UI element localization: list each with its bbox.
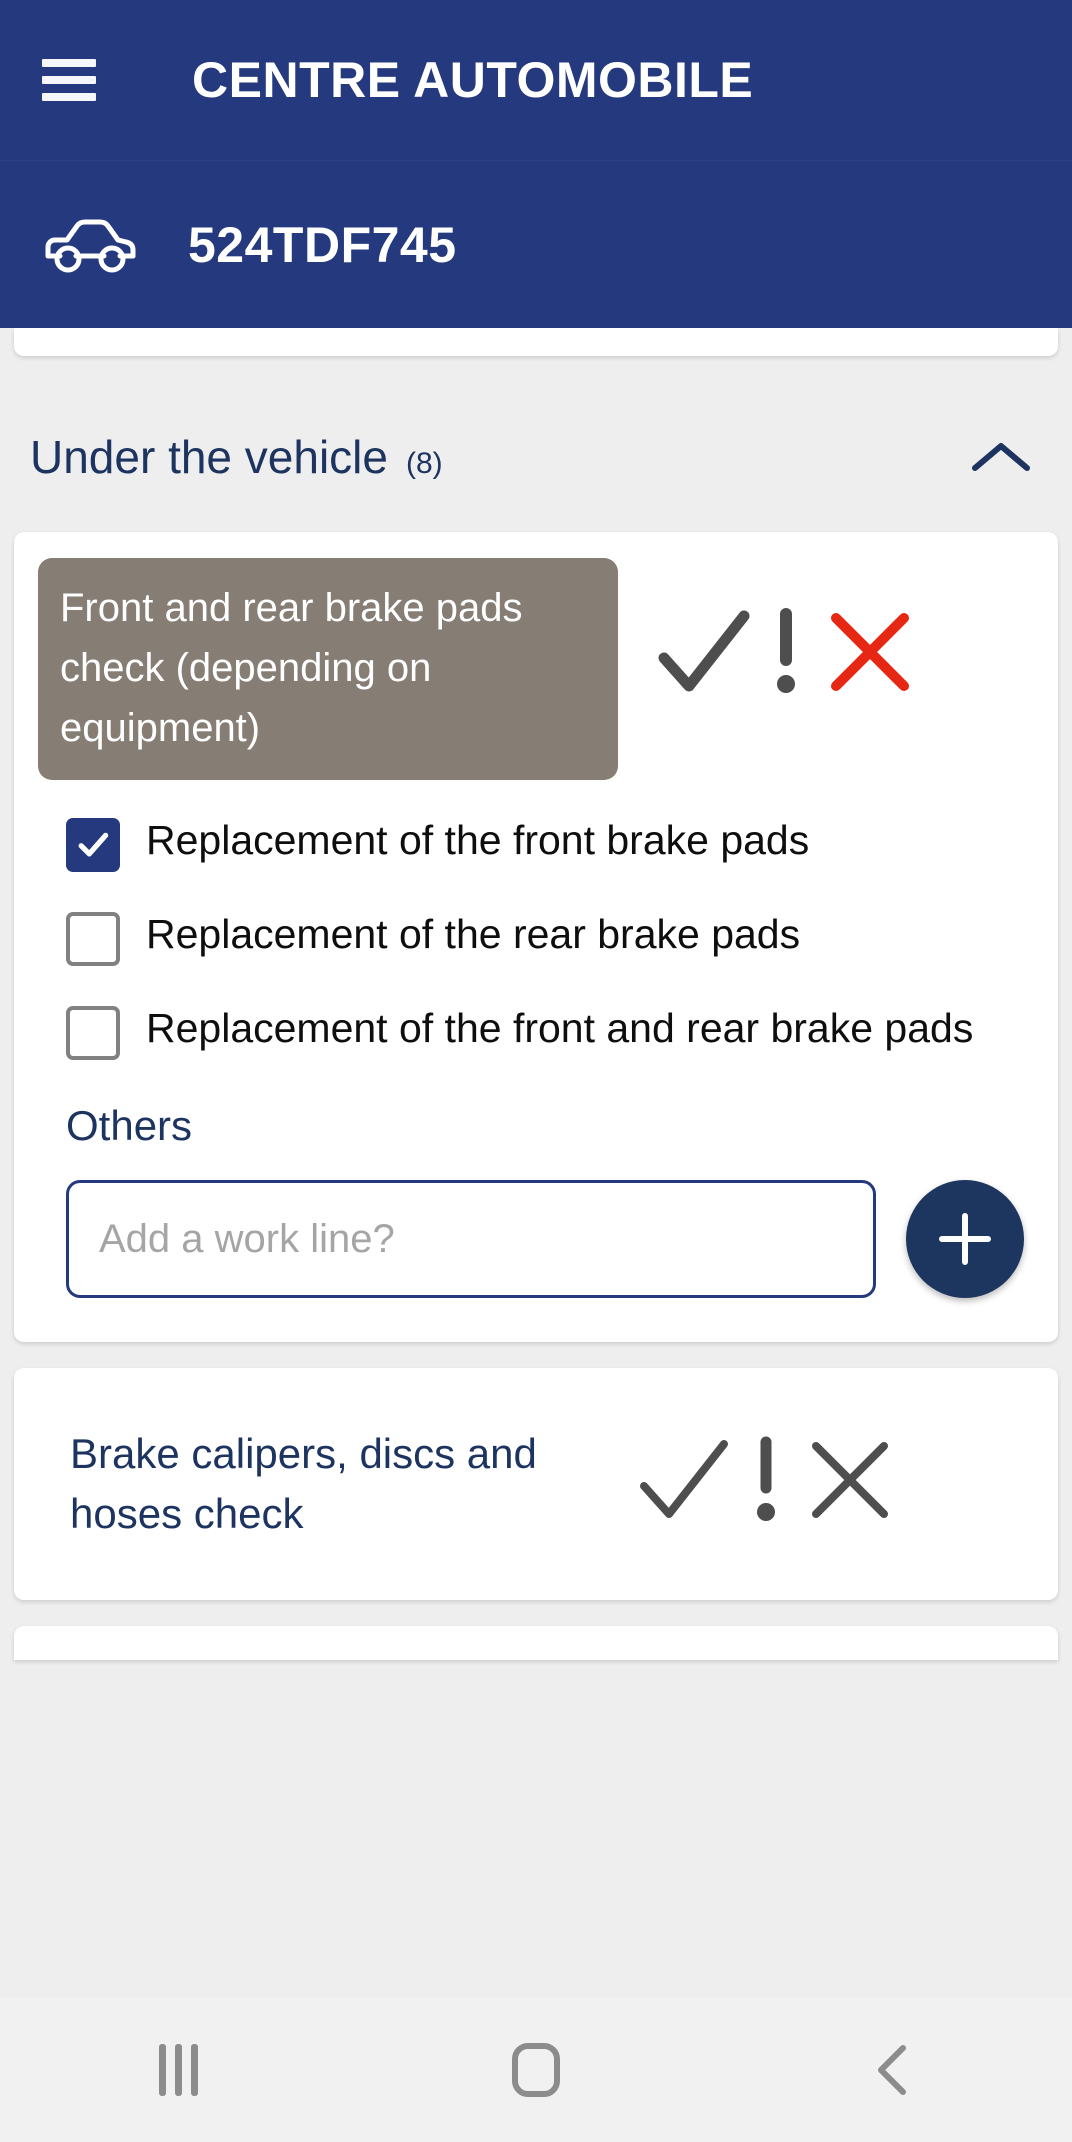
status-icon-group bbox=[598, 1402, 1028, 1534]
check-label[interactable]: Brake calipers, discs and hoses check bbox=[38, 1402, 598, 1566]
check-card-brake-pads: Front and rear brake pads check (dependi… bbox=[14, 532, 1058, 1342]
work-line-input[interactable] bbox=[66, 1180, 876, 1298]
recents-icon[interactable] bbox=[89, 2020, 269, 2120]
cross-icon[interactable] bbox=[816, 598, 924, 706]
vehicle-bar[interactable]: 524TDF745 bbox=[0, 160, 1072, 328]
page-title: CENTRE AUTOMOBILE bbox=[192, 52, 754, 108]
chevron-up-icon[interactable] bbox=[970, 437, 1032, 477]
checkbox-unchecked-icon[interactable] bbox=[66, 1006, 120, 1060]
checkmark-icon[interactable] bbox=[628, 1426, 736, 1534]
check-header-row: Front and rear brake pads check (dependi… bbox=[14, 532, 1058, 780]
app-bar: CENTRE AUTOMOBILE bbox=[0, 0, 1072, 160]
checkbox-checked-icon[interactable] bbox=[66, 818, 120, 872]
list-item[interactable]: Replacement of the rear brake pads bbox=[66, 906, 1028, 966]
content-scroll-area[interactable]: Under the vehicle (8) Front and rear bra… bbox=[0, 328, 1072, 1997]
list-item-label: Replacement of the rear brake pads bbox=[146, 911, 801, 957]
checkbox-unchecked-icon[interactable] bbox=[66, 912, 120, 966]
hamburger-menu-icon[interactable] bbox=[42, 59, 96, 101]
work-options-list: Replacement of the front brake pads Repl… bbox=[14, 780, 1058, 1060]
add-work-line-row bbox=[14, 1150, 1058, 1342]
list-item-label: Replacement of the front and rear brake … bbox=[146, 1005, 974, 1051]
car-icon bbox=[42, 214, 138, 276]
check-header-row: Brake calipers, discs and hoses check bbox=[14, 1368, 1058, 1600]
others-label: Others bbox=[66, 1102, 193, 1149]
android-navigation-bar bbox=[0, 1997, 1072, 2142]
add-work-line-button[interactable] bbox=[906, 1180, 1024, 1298]
status-icon-group bbox=[618, 558, 1028, 706]
checkmark-icon[interactable] bbox=[648, 598, 756, 706]
list-item-label: Replacement of the front brake pads bbox=[146, 817, 810, 863]
list-item[interactable]: Replacement of the front brake pads bbox=[66, 812, 1028, 872]
previous-section-card-peek[interactable] bbox=[14, 328, 1058, 356]
cross-icon[interactable] bbox=[796, 1426, 904, 1534]
exclamation-icon[interactable] bbox=[756, 598, 816, 706]
check-label[interactable]: Front and rear brake pads check (dependi… bbox=[38, 558, 618, 780]
section-header-under-the-vehicle[interactable]: Under the vehicle (8) bbox=[0, 382, 1072, 532]
app-screen: CENTRE AUTOMOBILE 524TDF745 Under the ve… bbox=[0, 0, 1072, 2142]
section-item-count: (8) bbox=[405, 447, 443, 480]
list-item[interactable]: Replacement of the front and rear brake … bbox=[66, 1000, 1028, 1060]
vehicle-plate: 524TDF745 bbox=[188, 216, 457, 273]
exclamation-icon[interactable] bbox=[736, 1426, 796, 1534]
back-icon[interactable] bbox=[803, 2020, 983, 2120]
section-title: Under the vehicle bbox=[30, 431, 388, 483]
check-card-brake-calipers: Brake calipers, discs and hoses check bbox=[14, 1368, 1058, 1600]
home-icon[interactable] bbox=[446, 2020, 626, 2120]
next-check-card-peek[interactable] bbox=[14, 1626, 1058, 1660]
